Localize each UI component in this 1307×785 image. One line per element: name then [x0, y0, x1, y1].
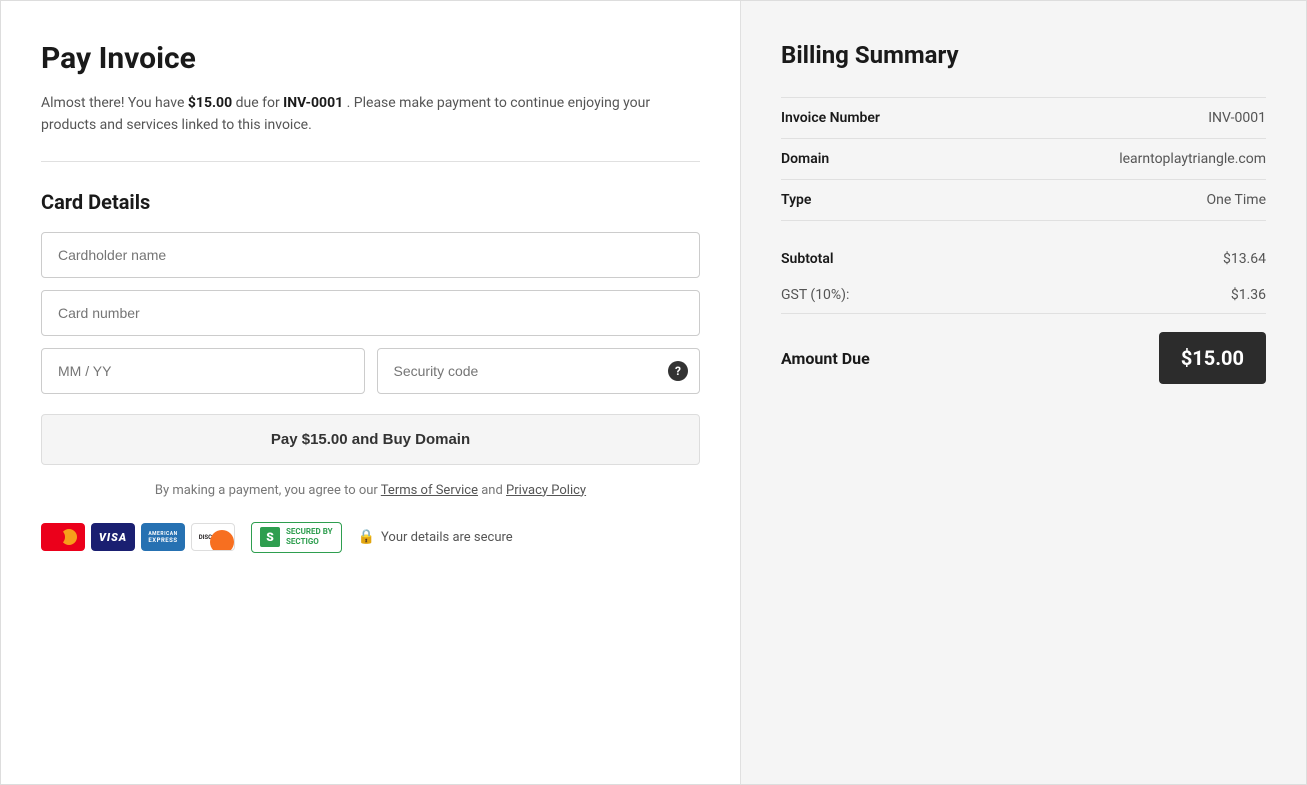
amount-due-label: Amount Due — [781, 349, 870, 368]
sectigo-s-icon: S — [260, 527, 280, 547]
intro-text: Almost there! You have $15.00 due for IN… — [41, 92, 700, 137]
card-number-group — [41, 290, 700, 336]
intro-mid: due for — [232, 95, 283, 111]
billing-row-type: Type One Time — [781, 180, 1266, 221]
divider — [41, 161, 700, 162]
gst-value: $1.36 — [1231, 287, 1266, 303]
sectigo-text: SECURED BYSECTIGO — [286, 527, 333, 548]
cardholder-name-input[interactable] — [41, 232, 700, 278]
terms-link[interactable]: Terms of Service — [381, 483, 478, 498]
amount-due-badge: $15.00 — [1159, 332, 1266, 384]
secure-label: Your details are secure — [381, 530, 513, 545]
billing-value-type: One Time — [1207, 192, 1266, 208]
billing-row-domain: Domain learntoplaytriangle.com — [781, 139, 1266, 180]
card-number-input[interactable] — [41, 290, 700, 336]
cardholder-name-group — [41, 232, 700, 278]
lock-icon: 🔒 — [358, 529, 375, 545]
terms-text: By making a payment, you agree to our Te… — [41, 483, 700, 498]
security-code-input[interactable] — [377, 348, 701, 394]
sectigo-badge: S SECURED BYSECTIGO — [251, 522, 342, 553]
card-details-title: Card Details — [41, 190, 700, 214]
intro-invoice-id: INV-0001 — [283, 95, 343, 111]
billing-table: Invoice Number INV-0001 Domain learntopl… — [781, 97, 1266, 221]
right-panel: Billing Summary Invoice Number INV-0001 … — [741, 1, 1306, 784]
visa-icon: VISA — [91, 523, 135, 551]
security-help-icon[interactable]: ? — [668, 361, 688, 381]
subtotal-label: Subtotal — [781, 251, 834, 267]
billing-label-type: Type — [781, 192, 811, 208]
discover-icon: DISCOVER — [191, 523, 235, 551]
security-code-group: ? — [377, 348, 701, 394]
pay-button[interactable]: Pay $15.00 and Buy Domain — [41, 414, 700, 465]
card-icons: VISA AMERICAN EXPRESS DISCOVER — [41, 523, 235, 551]
expiry-security-row: ? — [41, 348, 700, 394]
footer-row: VISA AMERICAN EXPRESS DISCOVER S SECURED… — [41, 522, 700, 553]
intro-prefix: Almost there! You have — [41, 95, 188, 111]
billing-label-domain: Domain — [781, 151, 829, 167]
billing-label-invoice: Invoice Number — [781, 110, 880, 126]
amount-due-row: Amount Due $15.00 — [781, 314, 1266, 384]
billing-row-invoice: Invoice Number INV-0001 — [781, 97, 1266, 139]
subtotal-row: Subtotal $13.64 — [781, 241, 1266, 277]
billing-title: Billing Summary — [781, 41, 1266, 69]
privacy-link[interactable]: Privacy Policy — [506, 483, 586, 498]
amex-icon: AMERICAN EXPRESS — [141, 523, 185, 551]
secure-badge: 🔒 Your details are secure — [358, 529, 513, 545]
terms-middle: and — [478, 483, 506, 498]
mastercard-icon — [41, 523, 85, 551]
terms-prefix: By making a payment, you agree to our — [155, 483, 381, 498]
subtotal-value: $13.64 — [1223, 251, 1266, 267]
expiry-input[interactable] — [41, 348, 365, 394]
page-title: Pay Invoice — [41, 41, 700, 76]
gst-row: GST (10%): $1.36 — [781, 277, 1266, 314]
security-code-wrapper: ? — [377, 348, 701, 394]
intro-amount: $15.00 — [188, 95, 232, 111]
gst-label: GST (10%): — [781, 287, 849, 303]
left-panel: Pay Invoice Almost there! You have $15.0… — [1, 1, 741, 784]
billing-value-domain: learntoplaytriangle.com — [1119, 151, 1266, 167]
expiry-group — [41, 348, 365, 394]
billing-value-invoice: INV-0001 — [1208, 110, 1266, 126]
page-wrapper: Pay Invoice Almost there! You have $15.0… — [0, 0, 1307, 785]
